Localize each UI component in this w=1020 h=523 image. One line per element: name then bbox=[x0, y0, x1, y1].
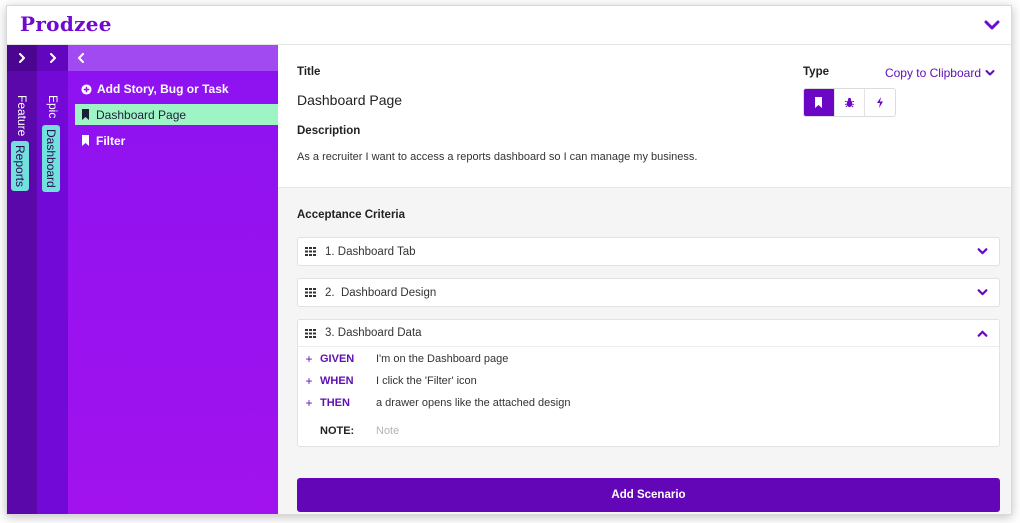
chevron-down-icon[interactable] bbox=[977, 246, 988, 257]
app-window: Prodzee Feature Reports Epic Dashboard A… bbox=[6, 5, 1012, 515]
criteria-label: 2. Dashboard Design bbox=[325, 286, 437, 299]
add-step-icon[interactable]: + bbox=[298, 374, 320, 388]
step-text[interactable]: I click the 'Filter' icon bbox=[376, 375, 477, 387]
bug-icon bbox=[844, 97, 855, 108]
story-detail: Title Dashboard Page Description As a re… bbox=[278, 45, 1011, 188]
step-when: + WHEN I click the 'Filter' icon bbox=[298, 370, 999, 392]
acceptance-criteria-title: Acceptance Criteria bbox=[297, 209, 406, 221]
chevron-right-icon bbox=[19, 53, 25, 63]
criteria-header[interactable]: 2. Dashboard Design bbox=[298, 279, 999, 306]
criteria-card: 2. Dashboard Design bbox=[297, 278, 1000, 307]
chevron-down-icon[interactable] bbox=[983, 16, 1001, 34]
drag-handle-icon[interactable] bbox=[305, 328, 316, 338]
note-input[interactable]: Note bbox=[376, 425, 399, 437]
scenario-steps: + GIVEN I'm on the Dashboard page + WHEN… bbox=[298, 347, 999, 442]
feature-rail: Feature Reports bbox=[7, 45, 37, 514]
chevron-left-icon bbox=[78, 53, 84, 63]
story-item-dashboard-page[interactable]: Dashboard Page bbox=[75, 104, 278, 125]
app-logo: Prodzee bbox=[20, 12, 112, 36]
main-panel: Title Dashboard Page Description As a re… bbox=[278, 45, 1011, 514]
chevron-down-icon bbox=[985, 70, 995, 76]
add-step-icon[interactable]: + bbox=[298, 352, 320, 366]
bolt-icon bbox=[877, 97, 884, 108]
chevron-down-icon[interactable] bbox=[977, 287, 988, 298]
drag-handle-icon[interactable] bbox=[305, 247, 316, 256]
criteria-label: 3. Dashboard Data bbox=[325, 327, 422, 339]
epic-rail: Epic Dashboard bbox=[37, 45, 68, 514]
title-label: Title bbox=[297, 66, 321, 78]
title-value[interactable]: Dashboard Page bbox=[297, 92, 402, 108]
criteria-header[interactable]: 3. Dashboard Data bbox=[298, 320, 999, 347]
type-story-button[interactable] bbox=[804, 89, 835, 116]
story-item-label: Dashboard Page bbox=[96, 107, 187, 122]
feature-label: Feature bbox=[15, 95, 29, 137]
add-step-icon[interactable]: + bbox=[298, 396, 320, 410]
step-text[interactable]: a drawer opens like the attached design bbox=[376, 397, 570, 409]
collapse-sidebar-button[interactable] bbox=[68, 45, 278, 71]
feature-badge[interactable]: Reports bbox=[11, 141, 29, 192]
story-item-label: Filter bbox=[96, 133, 126, 148]
step-then: + THEN a drawer opens like the attached … bbox=[298, 392, 999, 414]
criteria-card-expanded: 3. Dashboard Data + GIVEN I'm on the Das… bbox=[297, 319, 1000, 447]
epic-label: Epic bbox=[46, 95, 60, 119]
top-bar: Prodzee bbox=[7, 6, 1011, 45]
plus-circle-icon bbox=[81, 83, 92, 95]
expand-feature-button[interactable] bbox=[7, 45, 37, 71]
step-keyword: GIVEN bbox=[320, 353, 355, 365]
add-story-button[interactable]: Add Story, Bug or Task bbox=[81, 82, 278, 96]
expand-epic-button[interactable] bbox=[37, 45, 68, 71]
criteria-label: 1. Dashboard Tab bbox=[325, 245, 416, 258]
add-story-label: Add Story, Bug or Task bbox=[97, 82, 229, 96]
story-sidebar: Add Story, Bug or Task Dashboard Page Fi… bbox=[68, 45, 278, 514]
description-label: Description bbox=[297, 125, 361, 137]
description-value[interactable]: As a recruiter I want to access a report… bbox=[297, 151, 697, 163]
add-scenario-button[interactable]: Add Scenario bbox=[297, 478, 1000, 512]
copy-label: Copy to Clipboard bbox=[884, 66, 981, 80]
step-note: NOTE: Note bbox=[298, 420, 999, 442]
type-label: Type bbox=[803, 66, 829, 78]
criteria-header[interactable]: 1. Dashboard Tab bbox=[298, 238, 999, 265]
bookmark-icon bbox=[82, 135, 89, 146]
type-task-button[interactable] bbox=[865, 89, 895, 116]
criteria-card: 1. Dashboard Tab bbox=[297, 237, 1000, 266]
step-keyword: WHEN bbox=[320, 375, 354, 387]
type-selector bbox=[803, 88, 896, 117]
story-item-filter[interactable]: Filter bbox=[75, 130, 278, 151]
step-text[interactable]: I'm on the Dashboard page bbox=[376, 353, 508, 365]
step-keyword: THEN bbox=[320, 397, 350, 409]
step-given: + GIVEN I'm on the Dashboard page bbox=[298, 348, 999, 370]
bookmark-icon bbox=[815, 97, 823, 108]
note-label: NOTE: bbox=[320, 425, 355, 437]
type-bug-button[interactable] bbox=[835, 89, 866, 116]
chevron-up-icon[interactable] bbox=[977, 328, 988, 339]
chevron-right-icon bbox=[49, 53, 56, 63]
copy-to-clipboard-button[interactable]: Copy to Clipboard bbox=[885, 66, 995, 80]
epic-badge[interactable]: Dashboard bbox=[42, 125, 60, 192]
drag-handle-icon[interactable] bbox=[305, 288, 316, 297]
bookmark-icon bbox=[82, 109, 89, 120]
